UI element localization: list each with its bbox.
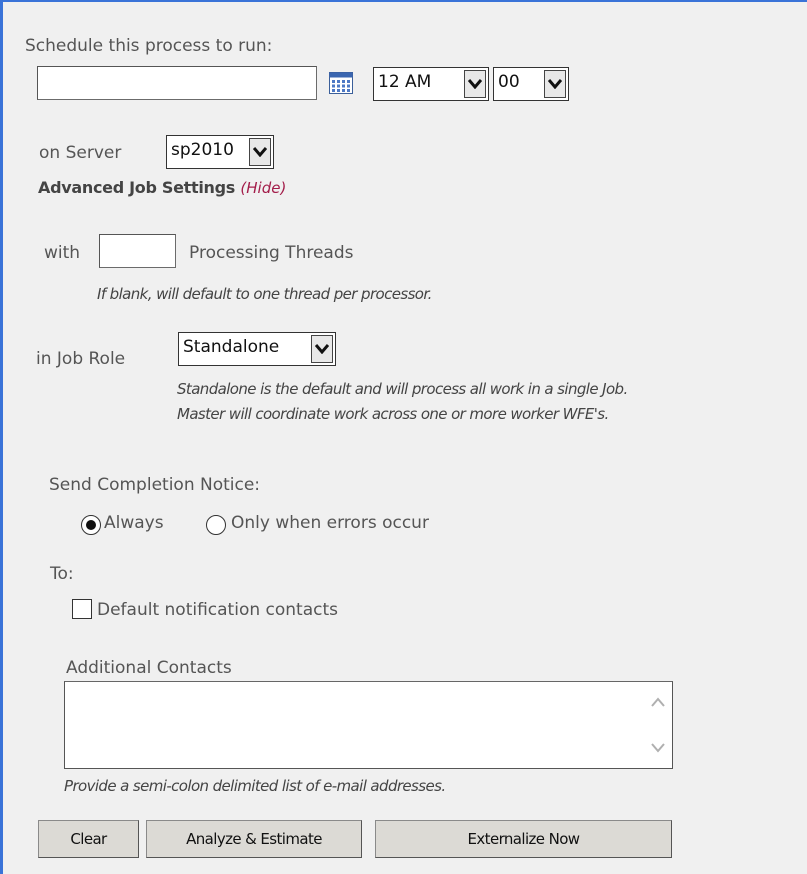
errors-only-radio-label[interactable]: Only when errors occur — [231, 512, 429, 534]
default-contacts-label[interactable]: Default notification contacts — [97, 599, 338, 621]
always-radio-label[interactable]: Always — [104, 512, 164, 534]
externalize-now-button[interactable]: Externalize Now — [375, 820, 672, 858]
additional-contacts-hint: Provide a semi-colon delimited list of e… — [64, 777, 446, 795]
chevron-down-icon — [544, 70, 566, 98]
completion-notice-label: Send Completion Notice: — [49, 475, 261, 495]
threads-input[interactable] — [99, 234, 176, 268]
advanced-settings-heading: Advanced Job Settings (Hide) — [38, 177, 286, 199]
chevron-down-icon — [249, 138, 271, 166]
calendar-icon[interactable] — [329, 72, 353, 94]
minute-select[interactable]: 00 — [493, 67, 569, 101]
job-role-select-value: Standalone — [183, 337, 280, 357]
schedule-label: Schedule this process to run: — [25, 36, 273, 56]
analyze-estimate-button[interactable]: Analyze & Estimate — [146, 820, 362, 858]
job-role-label: in Job Role — [36, 349, 126, 369]
advanced-settings-title: Advanced Job Settings — [38, 178, 236, 197]
job-role-hint-line1: Standalone is the default and will proce… — [177, 380, 628, 398]
chevron-down-icon — [311, 335, 333, 363]
radio-selected-dot — [86, 520, 96, 530]
additional-contacts-textarea[interactable] — [64, 681, 673, 769]
hour-select-value: 12 AM — [378, 72, 432, 92]
additional-contacts-label: Additional Contacts — [66, 658, 232, 678]
textarea-scrollbar[interactable] — [642, 682, 672, 768]
hour-select[interactable]: 12 AM — [373, 67, 489, 101]
server-select-value: sp2010 — [171, 140, 234, 160]
threads-suffix: Processing Threads — [189, 243, 354, 263]
minute-select-value: 00 — [498, 72, 520, 92]
threads-prefix: with — [44, 243, 81, 263]
to-label: To: — [50, 564, 74, 584]
scroll-up-icon[interactable] — [650, 696, 666, 708]
job-role-select[interactable]: Standalone — [178, 332, 336, 366]
threads-hint: If blank, will default to one thread per… — [97, 285, 432, 303]
schedule-date-input[interactable] — [37, 66, 317, 100]
server-select[interactable]: sp2010 — [166, 135, 274, 169]
clear-button[interactable]: Clear — [38, 820, 139, 858]
chevron-down-icon — [464, 70, 486, 98]
default-contacts-checkbox[interactable] — [72, 599, 92, 619]
job-settings-panel: Schedule this process to run: 12 AM 00 o… — [0, 0, 807, 874]
server-label: on Server — [39, 143, 122, 163]
errors-only-radio[interactable] — [206, 515, 226, 535]
scroll-down-icon[interactable] — [650, 742, 666, 754]
hide-link[interactable]: (Hide) — [240, 179, 286, 197]
always-radio[interactable] — [81, 515, 101, 535]
job-role-hint-line2: Master will coordinate work across one o… — [177, 405, 609, 423]
